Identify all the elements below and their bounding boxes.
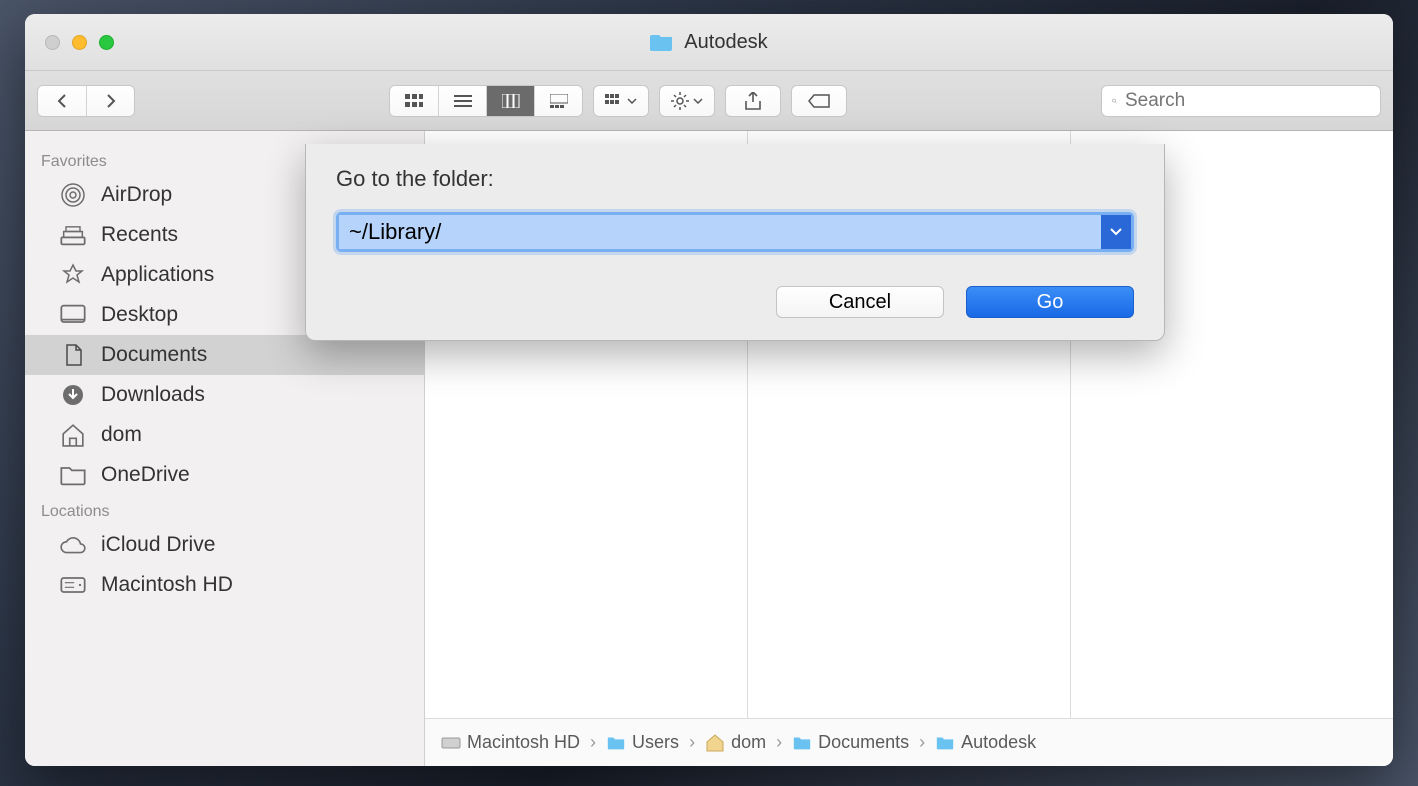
column-view-button[interactable] (486, 86, 534, 116)
sidebar-item-downloads[interactable]: Downloads (25, 375, 424, 415)
sidebar-item-icloud[interactable]: iCloud Drive (25, 525, 424, 565)
back-button[interactable] (38, 86, 86, 116)
sidebar-item-label: Documents (101, 343, 207, 367)
folder-icon (650, 32, 674, 52)
path-input[interactable] (339, 215, 1101, 249)
home-icon (59, 423, 87, 447)
path-combo (336, 212, 1134, 252)
nav-buttons (37, 85, 135, 117)
chevron-right-icon: › (772, 732, 786, 753)
tags-button[interactable] (791, 85, 847, 117)
gallery-view-button[interactable] (534, 86, 582, 116)
sidebar-item-label: OneDrive (101, 463, 190, 487)
action-button[interactable] (659, 85, 715, 117)
search-field[interactable] (1101, 85, 1381, 117)
dialog-actions: Cancel Go (336, 272, 1134, 318)
sidebar-item-label: Macintosh HD (101, 573, 233, 597)
sidebar-item-label: Downloads (101, 383, 205, 407)
view-switcher (389, 85, 583, 117)
sidebar-item-label: dom (101, 423, 142, 447)
titlebar: Autodesk (25, 14, 1393, 71)
path-seg-macintosh-hd[interactable]: Macintosh HD (441, 732, 580, 753)
folder-icon (606, 734, 626, 752)
toolbar (25, 71, 1393, 131)
sidebar-item-onedrive[interactable]: OneDrive (25, 455, 424, 495)
window-title-text: Autodesk (684, 31, 767, 54)
sidebar-item-label: Desktop (101, 303, 178, 327)
folder-icon (59, 463, 87, 487)
path-label: Macintosh HD (467, 732, 580, 753)
traffic-lights (25, 35, 114, 50)
cloud-icon (59, 533, 87, 557)
path-seg-documents[interactable]: Documents (792, 732, 909, 753)
dialog-heading: Go to the folder: (336, 166, 1134, 192)
path-label: Autodesk (961, 732, 1036, 753)
path-seg-users[interactable]: Users (606, 732, 679, 753)
chevron-right-icon: › (685, 732, 699, 753)
list-view-button[interactable] (438, 86, 486, 116)
path-seg-autodesk[interactable]: Autodesk (935, 732, 1036, 753)
documents-icon (59, 343, 87, 367)
group-button[interactable] (593, 85, 649, 117)
icon-view-button[interactable] (390, 86, 438, 116)
forward-button[interactable] (86, 86, 134, 116)
path-bar: Macintosh HD › Users › dom › Documents ›… (425, 718, 1393, 766)
sidebar-item-label: Applications (101, 263, 214, 287)
share-button[interactable] (725, 85, 781, 117)
window-title: Autodesk (25, 31, 1393, 54)
path-label: dom (731, 732, 766, 753)
downloads-icon (59, 383, 87, 407)
applications-icon (59, 263, 87, 287)
search-icon (1112, 93, 1117, 109)
airdrop-icon (59, 183, 87, 207)
desktop-icon (59, 303, 87, 327)
go-button[interactable]: Go (966, 286, 1134, 318)
folder-icon (792, 734, 812, 752)
disk-icon (441, 734, 461, 752)
section-header-locations: Locations (25, 495, 424, 525)
sidebar-item-home[interactable]: dom (25, 415, 424, 455)
finder-window: Autodesk (25, 14, 1393, 766)
sidebar-item-label: AirDrop (101, 183, 172, 207)
path-label: Users (632, 732, 679, 753)
home-icon (705, 734, 725, 752)
sidebar-item-label: iCloud Drive (101, 533, 215, 557)
dropdown-button[interactable] (1101, 215, 1131, 249)
chevron-right-icon: › (915, 732, 929, 753)
chevron-down-icon (1110, 228, 1122, 236)
close-icon[interactable] (45, 35, 60, 50)
maximize-icon[interactable] (99, 35, 114, 50)
folder-icon (935, 734, 955, 752)
minimize-icon[interactable] (72, 35, 87, 50)
sidebar-item-macintosh-hd[interactable]: Macintosh HD (25, 565, 424, 605)
sidebar-item-documents[interactable]: Documents (25, 335, 424, 375)
path-label: Documents (818, 732, 909, 753)
go-to-folder-dialog: Go to the folder: Cancel Go (305, 144, 1165, 341)
sidebar-item-label: Recents (101, 223, 178, 247)
disk-icon (59, 573, 87, 597)
search-input[interactable] (1125, 90, 1370, 112)
cancel-button[interactable]: Cancel (776, 286, 944, 318)
recents-icon (59, 223, 87, 247)
path-seg-dom[interactable]: dom (705, 732, 766, 753)
chevron-right-icon: › (586, 732, 600, 753)
